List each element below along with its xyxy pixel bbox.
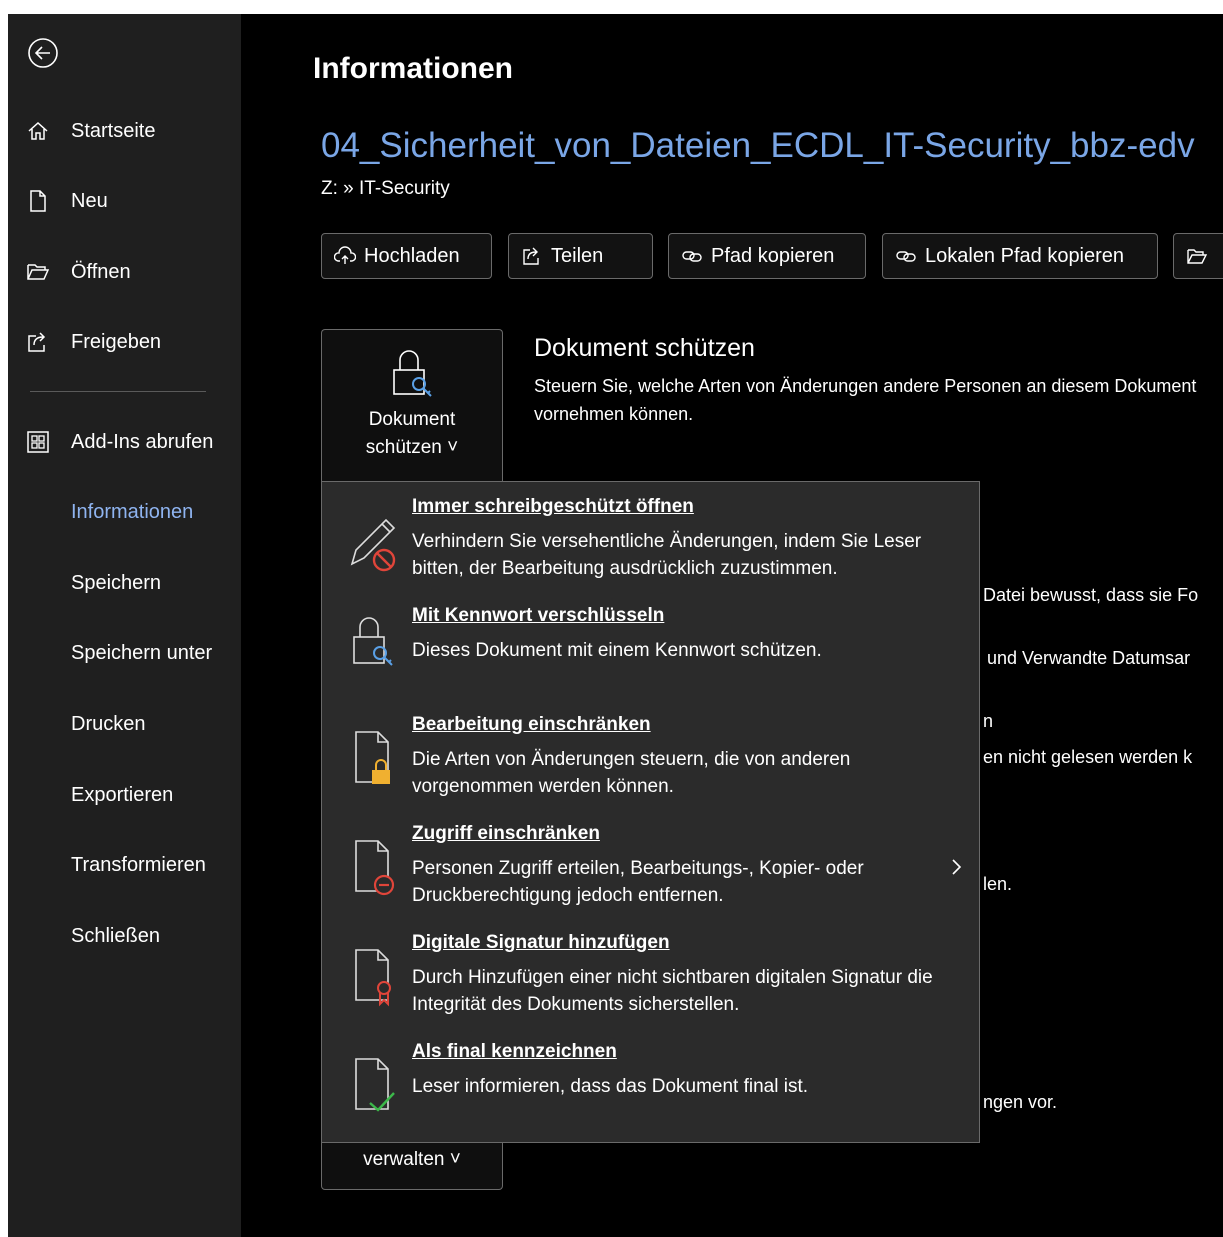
menu-item-title: Als final kennzeichnen [412, 1041, 617, 1062]
chevron-right-icon [952, 859, 962, 875]
sidebar-item-transformieren[interactable]: Transformieren [8, 841, 241, 889]
background-text: Datei bewusst, dass sie Fo [983, 585, 1199, 605]
upload-button[interactable]: Hochladen [321, 233, 492, 279]
sidebar-item-label: Exportieren [71, 783, 174, 806]
protect-button-label-line2: schützen ˅ [365, 437, 459, 458]
menu-item-encrypt-password[interactable]: Mit Kennwort verschlüsseln Dieses Dokume… [322, 591, 979, 699]
background-text: n [983, 711, 994, 731]
protect-button-label-line1: Dokument [368, 409, 456, 430]
menu-item-description: Dieses Dokument mit einem Kennwort schüt… [412, 640, 822, 661]
share-button-label: Teilen [551, 244, 604, 267]
protect-desc-line2: vornehmen können. [534, 404, 694, 424]
sidebar-item-label: Transformieren [71, 853, 206, 876]
menu-item-title: Immer schreibgeschützt öffnen [412, 496, 694, 517]
sidebar-item-freigeben[interactable]: Freigeben [8, 318, 241, 366]
menu-item-title: Bearbeitung einschränken [412, 714, 651, 735]
backstage-sidebar: Startseite Neu Öffnen Freigeben Add-Ins … [8, 14, 241, 1237]
info-panel: Informationen 04_Sicherheit_von_Dateien_… [241, 14, 1223, 1237]
sidebar-item-label: Neu [71, 189, 108, 212]
document-checkmark-icon [355, 1058, 395, 1112]
link-icon [896, 251, 916, 262]
upload-button-label: Hochladen [364, 244, 460, 267]
menu-item-restrict-access[interactable]: Zugriff einschränken Personen Zugriff er… [322, 809, 979, 917]
copy-local-path-button[interactable]: Lokalen Pfad kopieren [882, 233, 1158, 279]
sidebar-item-informationen[interactable]: Informationen [8, 488, 241, 536]
sidebar-item-oeffnen[interactable]: Öffnen [8, 248, 241, 296]
page-title: Informationen [313, 52, 513, 85]
menu-item-always-read-only[interactable]: Immer schreibgeschützt öffnen Verhindern… [322, 482, 979, 590]
copy-local-path-button-label: Lokalen Pfad kopieren [925, 244, 1125, 267]
folder-open-icon [1187, 249, 1208, 264]
sidebar-item-label: Öffnen [71, 260, 131, 283]
protect-document-menu: Immer schreibgeschützt öffnen Verhindern… [321, 481, 980, 1143]
document-title: 04_Sicherheit_von_Dateien_ECDL_IT-Securi… [321, 126, 1195, 165]
sidebar-item-startseite[interactable]: Startseite [8, 107, 241, 155]
lock-key-icon [353, 617, 393, 666]
app-window: Startseite Neu Öffnen Freigeben Add-Ins … [8, 14, 1223, 1237]
background-text: ngen vor. [983, 1092, 1058, 1112]
menu-item-title: Digitale Signatur hinzufügen [412, 932, 670, 953]
link-icon [682, 251, 702, 262]
menu-item-description: Leser informieren, dass das Dokument fin… [412, 1076, 809, 1097]
protect-section-description: Steuern Sie, welche Arten von Änderungen… [534, 372, 1223, 428]
sidebar-item-label: Startseite [71, 119, 156, 142]
sidebar-item-label: Speichern unter [71, 641, 213, 664]
menu-item-description: Personen Zugriff erteilen, Bearbeitungs-… [412, 858, 864, 906]
pencil-prohibited-icon [350, 518, 396, 572]
copy-path-button-label: Pfad kopieren [711, 244, 835, 267]
manage-button-label: verwalten ˅ [363, 1149, 461, 1170]
protect-desc-line1: Steuern Sie, welche Arten von Änderungen… [534, 376, 1197, 396]
sidebar-divider [30, 391, 206, 392]
home-icon [28, 121, 48, 140]
menu-item-title: Zugriff einschränken [412, 823, 600, 844]
menu-item-restrict-editing[interactable]: Bearbeitung einschränken Die Arten von Ä… [322, 700, 979, 808]
document-restricted-icon [355, 840, 395, 896]
menu-item-description: Die Arten von Änderungen steuern, die vo… [412, 749, 851, 797]
menu-item-digital-signature[interactable]: Digitale Signatur hinzufügen Durch Hinzu… [322, 918, 979, 1026]
cloud-upload-icon [334, 246, 356, 264]
lock-key-icon [393, 350, 432, 397]
sidebar-item-neu[interactable]: Neu [8, 177, 241, 225]
new-document-icon [30, 190, 46, 212]
sidebar-item-schliessen[interactable]: Schließen [8, 912, 241, 960]
share-icon [28, 332, 46, 352]
sidebar-item-speichern-unter[interactable]: Speichern unter [8, 629, 241, 677]
sidebar-item-label: Drucken [71, 712, 146, 735]
menu-item-description: Verhindern Sie versehentliche Änderungen… [412, 531, 922, 579]
background-text: len. [983, 874, 1013, 894]
share-button[interactable]: Teilen [508, 233, 653, 279]
menu-item-title: Mit Kennwort verschlüsseln [412, 605, 665, 626]
document-path[interactable]: Z: » IT-Security [321, 178, 450, 200]
back-arrow-icon[interactable] [26, 36, 60, 70]
background-text: und Verwandte Datumsar [987, 648, 1191, 668]
protect-document-button[interactable]: Dokument schützen ˅ [321, 329, 503, 481]
document-ribbon-icon [355, 949, 391, 1007]
sidebar-item-drucken[interactable]: Drucken [8, 700, 241, 748]
sidebar-item-label: Speichern [71, 571, 162, 594]
sidebar-item-exportieren[interactable]: Exportieren [8, 771, 241, 819]
sidebar-item-label: Add-Ins abrufen [71, 430, 214, 453]
sidebar-item-speichern[interactable]: Speichern [8, 559, 241, 607]
menu-item-description: Durch Hinzufügen einer nicht sichtbaren … [412, 967, 933, 1015]
share-icon [523, 247, 539, 265]
protect-section-title: Dokument schützen [534, 334, 755, 362]
sidebar-item-label: Informationen [71, 500, 194, 523]
document-lock-icon [355, 731, 390, 784]
background-text: en nicht gelesen werden k [983, 747, 1193, 767]
folder-open-icon [27, 264, 50, 280]
copy-path-button[interactable]: Pfad kopieren [668, 233, 866, 279]
add-ins-icon [27, 431, 49, 453]
sidebar-item-label: Freigeben [71, 330, 162, 353]
sidebar-item-add-ins[interactable]: Add-Ins abrufen [8, 418, 241, 466]
sidebar-item-label: Schließen [71, 924, 160, 947]
menu-item-mark-as-final[interactable]: Als final kennzeichnen Leser informieren… [322, 1027, 979, 1135]
open-location-button[interactable] [1173, 233, 1223, 279]
